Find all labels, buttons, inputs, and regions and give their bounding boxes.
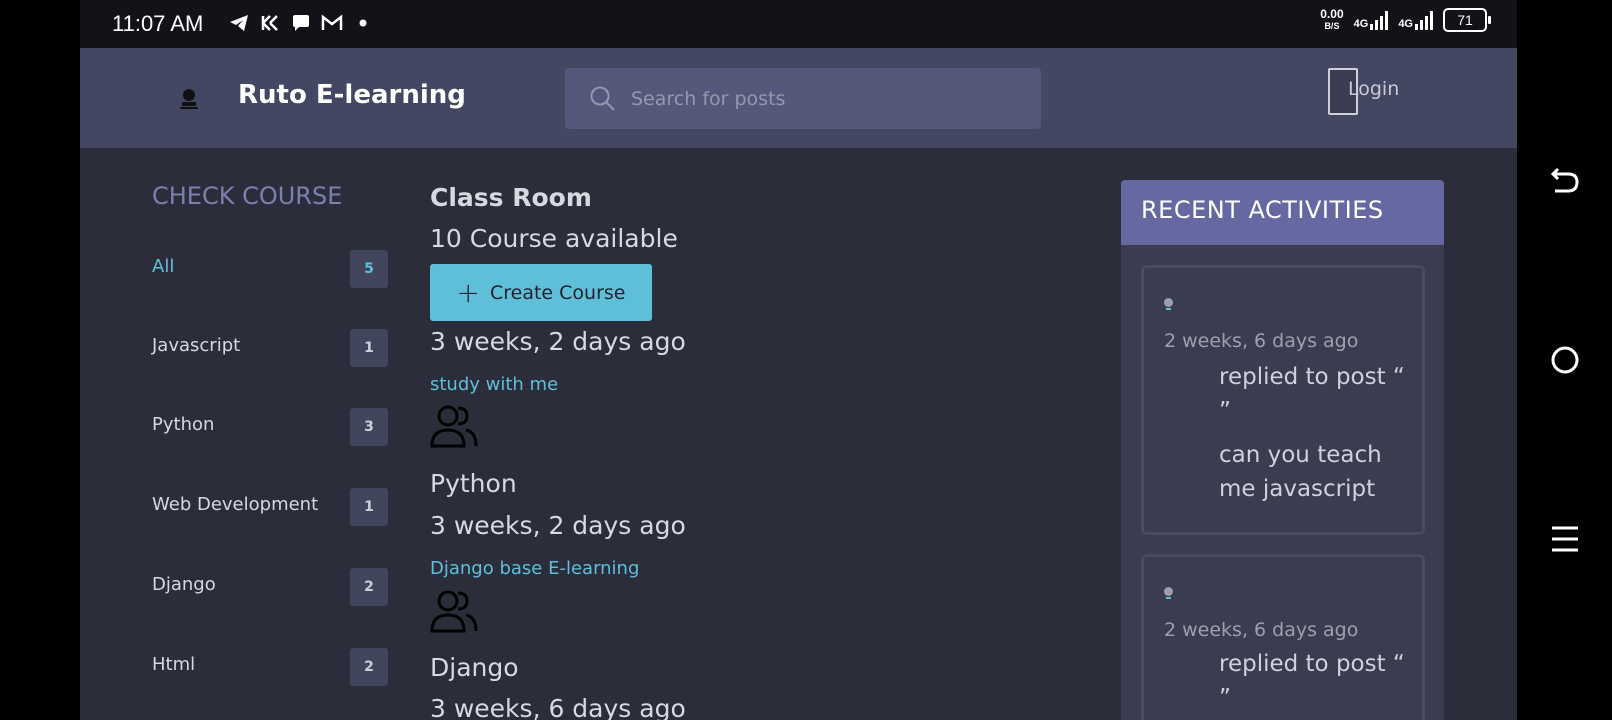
signal-bars-icon [1415,10,1433,30]
menu-lines-icon [1552,526,1578,552]
create-course-button[interactable]: + Create Course [430,264,652,321]
top-navbar: Ruto E-learning Login [80,48,1517,148]
sidebar-item-python[interactable]: Python 3 [152,406,388,448]
battery-icon: 71 [1443,8,1491,32]
sidebar-item-django[interactable]: Django 2 [152,566,388,608]
chat-icon [290,12,312,34]
category-label[interactable]: Javascript [152,335,240,356]
search-icon [590,86,615,111]
status-time: 11:07 AM [112,11,204,36]
post-category: Python [430,469,517,498]
category-label[interactable]: Python [152,414,214,435]
back-icon [1550,167,1579,193]
category-label[interactable]: Web Development [152,494,318,515]
system-nav-bar [1517,0,1612,720]
people-icon [430,590,478,633]
user-dot-icon [1164,298,1173,310]
recents-button[interactable] [1549,523,1581,555]
sidebar-item-html[interactable]: Html 2 [152,646,388,688]
activity-card[interactable]: 2 weeks, 6 days ago replied to post “ ” … [1141,265,1425,535]
course-count: 10 Course available [430,224,678,253]
notification-icons [228,12,374,34]
activity-action: replied to post “ ” [1219,364,1405,424]
telegram-icon [228,12,250,34]
search-input[interactable] [631,68,1021,129]
signal-2: 4G [1398,10,1433,30]
recent-activities-title: RECENT ACTIVITIES [1121,180,1444,245]
sidebar-item-javascript[interactable]: Javascript 1 [152,327,388,369]
category-count-badge: 2 [350,568,388,606]
user-dot-icon [1164,587,1173,599]
net-speed: 0.00 B/S [1320,7,1344,31]
signal-bars-icon [1370,10,1389,30]
post-link[interactable]: study with me [430,374,558,395]
signal-1: 4G [1354,10,1389,30]
sidebar-title: CHECK COURSE [152,182,343,210]
login-link[interactable]: Login [1348,78,1399,100]
home-button[interactable] [1549,344,1581,376]
kotlin-app-icon [259,12,281,34]
post-link[interactable]: Django base E-learning [430,558,639,579]
category-label[interactable]: Html [152,654,195,675]
sidebar-item-all[interactable]: All 5 [152,248,388,290]
home-circle-icon [1551,346,1579,374]
create-course-label: Create Course [489,281,626,304]
app-screen: 11:07 AM 0.00 B/S 4G 4G 71 Ruto E-learni… [80,0,1517,720]
activity-action: replied to post “ ” [1219,651,1405,711]
status-right: 0.00 B/S 4G 4G 71 [1320,7,1491,32]
activity-message: can you teach me javascript [1219,442,1382,502]
category-count-badge: 1 [350,488,388,526]
plus-icon: + [456,275,480,309]
more-dot-icon [352,12,374,34]
search-bar [565,68,1041,129]
category-count-badge: 5 [350,250,388,288]
activity-time: 2 weeks, 6 days ago [1164,330,1359,352]
sidebar-item-web-development[interactable]: Web Development 1 [152,486,388,528]
back-button[interactable] [1549,164,1581,196]
category-label[interactable]: Django [152,574,216,595]
category-label[interactable]: All [152,256,174,277]
category-count-badge: 2 [350,648,388,686]
post-time: 3 weeks, 2 days ago [430,327,686,356]
recent-activities-panel: RECENT ACTIVITIES 2 weeks, 6 days ago re… [1121,180,1444,720]
people-icon [430,405,478,448]
status-bar: 11:07 AM 0.00 B/S 4G 4G 71 [80,0,1517,48]
gmail-icon [321,12,343,34]
post-category: Django [430,653,519,682]
page-title: Class Room [430,183,592,212]
post-time: 3 weeks, 6 days ago [430,694,686,720]
activity-time: 2 weeks, 6 days ago [1164,619,1359,641]
brand-name[interactable]: Ruto E-learning [238,80,466,110]
logo-icon[interactable] [176,86,202,112]
category-count-badge: 1 [350,329,388,367]
category-count-badge: 3 [350,408,388,446]
activity-card[interactable]: 2 weeks, 6 days ago replied to post “ ” [1141,554,1425,720]
post-time: 3 weeks, 2 days ago [430,511,686,540]
